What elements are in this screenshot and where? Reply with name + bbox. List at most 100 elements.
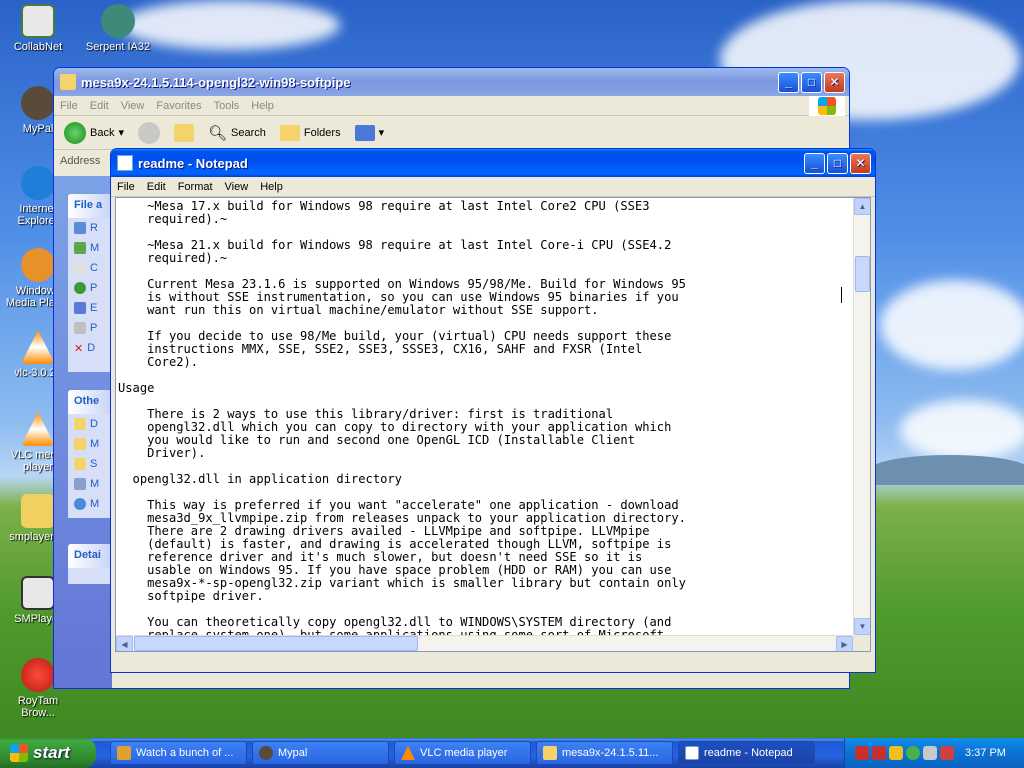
cloud bbox=[880, 280, 1024, 370]
other-place-item[interactable]: D bbox=[68, 414, 112, 434]
back-button[interactable]: Back ▾ bbox=[60, 120, 128, 146]
up-folder-button[interactable] bbox=[170, 122, 198, 144]
back-arrow-icon bbox=[64, 121, 86, 144]
explorer-titlebar[interactable]: mesa9x-24.1.5.114-opengl32-win98-softpip… bbox=[54, 68, 849, 96]
smplayer-icon bbox=[21, 576, 55, 610]
tray-icon[interactable] bbox=[872, 746, 886, 760]
file-task-item[interactable]: M bbox=[68, 238, 112, 258]
file-task-item[interactable]: P bbox=[68, 278, 112, 298]
mypal-icon bbox=[259, 746, 273, 760]
other-place-item[interactable]: S bbox=[68, 454, 112, 474]
internet-explorer-icon bbox=[21, 166, 55, 200]
notepad-window[interactable]: readme - Notepad _ □ ✕ File Edit Format … bbox=[110, 148, 876, 673]
installer-icon bbox=[21, 494, 55, 528]
desktop-icon-serpent[interactable]: Serpent IA32 bbox=[80, 4, 156, 53]
taskbar-item-watch[interactable]: Watch a bunch of ... bbox=[110, 741, 247, 765]
collabnet-icon bbox=[21, 4, 55, 38]
maximize-button[interactable]: □ bbox=[801, 71, 822, 93]
menu-file[interactable]: File bbox=[111, 181, 141, 193]
maximize-button[interactable]: □ bbox=[827, 152, 848, 174]
windows-flag-icon bbox=[10, 744, 28, 762]
taskbar: start Watch a bunch of ... Mypal VLC med… bbox=[0, 738, 1024, 768]
menu-edit[interactable]: Edit bbox=[141, 181, 172, 193]
horizontal-scrollbar[interactable]: ◀ ▶ bbox=[116, 635, 853, 651]
desktop-icon-collabnet[interactable]: CollabNet bbox=[0, 4, 76, 53]
tray-icon[interactable] bbox=[855, 746, 869, 760]
file-tasks-panel: File a R M C P E P ✕ D bbox=[68, 194, 112, 372]
menu-file[interactable]: File bbox=[54, 100, 84, 112]
start-button[interactable]: start bbox=[0, 738, 96, 768]
notepad-icon bbox=[685, 746, 699, 760]
other-place-item[interactable]: M bbox=[68, 434, 112, 454]
close-button[interactable]: ✕ bbox=[850, 152, 871, 174]
menu-format[interactable]: Format bbox=[172, 181, 219, 193]
search-button[interactable]: 🔍︎ Search bbox=[204, 122, 270, 144]
file-task-item[interactable]: C bbox=[68, 258, 112, 278]
scroll-right-button[interactable]: ▶ bbox=[836, 636, 853, 651]
windows-logo bbox=[809, 96, 845, 116]
scrollbar-corner bbox=[853, 635, 870, 651]
taskbar-item-mypal[interactable]: Mypal bbox=[252, 741, 389, 765]
task-icon bbox=[74, 302, 86, 314]
taskbar-item-explorer[interactable]: mesa9x-24.1.5.11... bbox=[536, 741, 673, 765]
folder-icon bbox=[74, 458, 86, 470]
scroll-left-button[interactable]: ◀ bbox=[116, 636, 133, 651]
scroll-up-button[interactable]: ▲ bbox=[854, 198, 870, 215]
tray-icon[interactable] bbox=[940, 746, 954, 760]
forward-button[interactable] bbox=[134, 120, 164, 146]
folders-button[interactable]: Folders bbox=[276, 123, 345, 143]
windows-flag-icon bbox=[818, 97, 836, 115]
document-text[interactable]: ~Mesa 17.x build for Windows 98 require … bbox=[118, 200, 852, 642]
minimize-button[interactable]: _ bbox=[778, 71, 799, 93]
menu-favorites[interactable]: Favorites bbox=[150, 100, 207, 112]
vertical-scrollbar[interactable]: ▲ ▼ bbox=[853, 198, 870, 635]
scroll-down-button[interactable]: ▼ bbox=[854, 618, 870, 635]
menu-view[interactable]: View bbox=[115, 100, 151, 112]
clock[interactable]: 3:37 PM bbox=[965, 747, 1006, 759]
folder-icon bbox=[74, 418, 86, 430]
up-folder-icon bbox=[174, 123, 194, 142]
notepad-menubar: File Edit Format View Help bbox=[111, 177, 875, 197]
minimize-button[interactable]: _ bbox=[804, 152, 825, 174]
system-tray: 3:37 PM bbox=[844, 738, 1024, 768]
mypal-icon bbox=[21, 86, 55, 120]
tray-icon[interactable] bbox=[906, 746, 920, 760]
other-place-item[interactable]: M bbox=[68, 494, 112, 514]
vlc-cone-icon bbox=[21, 330, 55, 364]
cloud bbox=[900, 400, 1024, 460]
forward-arrow-icon bbox=[138, 121, 160, 144]
menu-tools[interactable]: Tools bbox=[208, 100, 246, 112]
distant-hill bbox=[870, 455, 1024, 485]
serpent-icon bbox=[101, 4, 135, 38]
network-icon bbox=[74, 498, 86, 510]
menu-edit[interactable]: Edit bbox=[84, 100, 115, 112]
task-icon bbox=[74, 242, 86, 254]
file-task-item[interactable]: ✕ D bbox=[68, 338, 112, 358]
chevron-down-icon[interactable]: ▾ bbox=[118, 126, 124, 139]
explorer-toolbar: Back ▾ 🔍︎ Search Folders ▾ bbox=[54, 116, 849, 150]
close-button[interactable]: ✕ bbox=[824, 71, 845, 93]
horizontal-scroll-thumb[interactable] bbox=[134, 636, 418, 651]
vlc-cone-icon bbox=[21, 412, 55, 446]
menu-help[interactable]: Help bbox=[254, 181, 289, 193]
computer-icon bbox=[74, 478, 86, 490]
file-task-item[interactable]: E bbox=[68, 298, 112, 318]
vertical-scroll-thumb[interactable] bbox=[855, 256, 870, 292]
notepad-titlebar[interactable]: readme - Notepad _ □ ✕ bbox=[111, 149, 875, 177]
text-editor[interactable]: ~Mesa 17.x build for Windows 98 require … bbox=[115, 197, 871, 652]
menu-view[interactable]: View bbox=[219, 181, 255, 193]
taskbar-item-notepad[interactable]: readme - Notepad bbox=[678, 741, 815, 765]
volume-icon[interactable] bbox=[923, 746, 937, 760]
folder-icon bbox=[74, 438, 86, 450]
file-task-item[interactable]: P bbox=[68, 318, 112, 338]
views-icon bbox=[354, 124, 375, 141]
task-icon bbox=[74, 262, 86, 274]
views-button[interactable]: ▾ bbox=[351, 123, 389, 143]
other-place-item[interactable]: M bbox=[68, 474, 112, 494]
security-shield-icon[interactable] bbox=[889, 746, 903, 760]
file-task-item[interactable]: R bbox=[68, 218, 112, 238]
vlc-cone-icon bbox=[401, 746, 415, 760]
folder-icon bbox=[543, 746, 557, 760]
menu-help[interactable]: Help bbox=[245, 100, 280, 112]
taskbar-item-vlc[interactable]: VLC media player bbox=[394, 741, 531, 765]
